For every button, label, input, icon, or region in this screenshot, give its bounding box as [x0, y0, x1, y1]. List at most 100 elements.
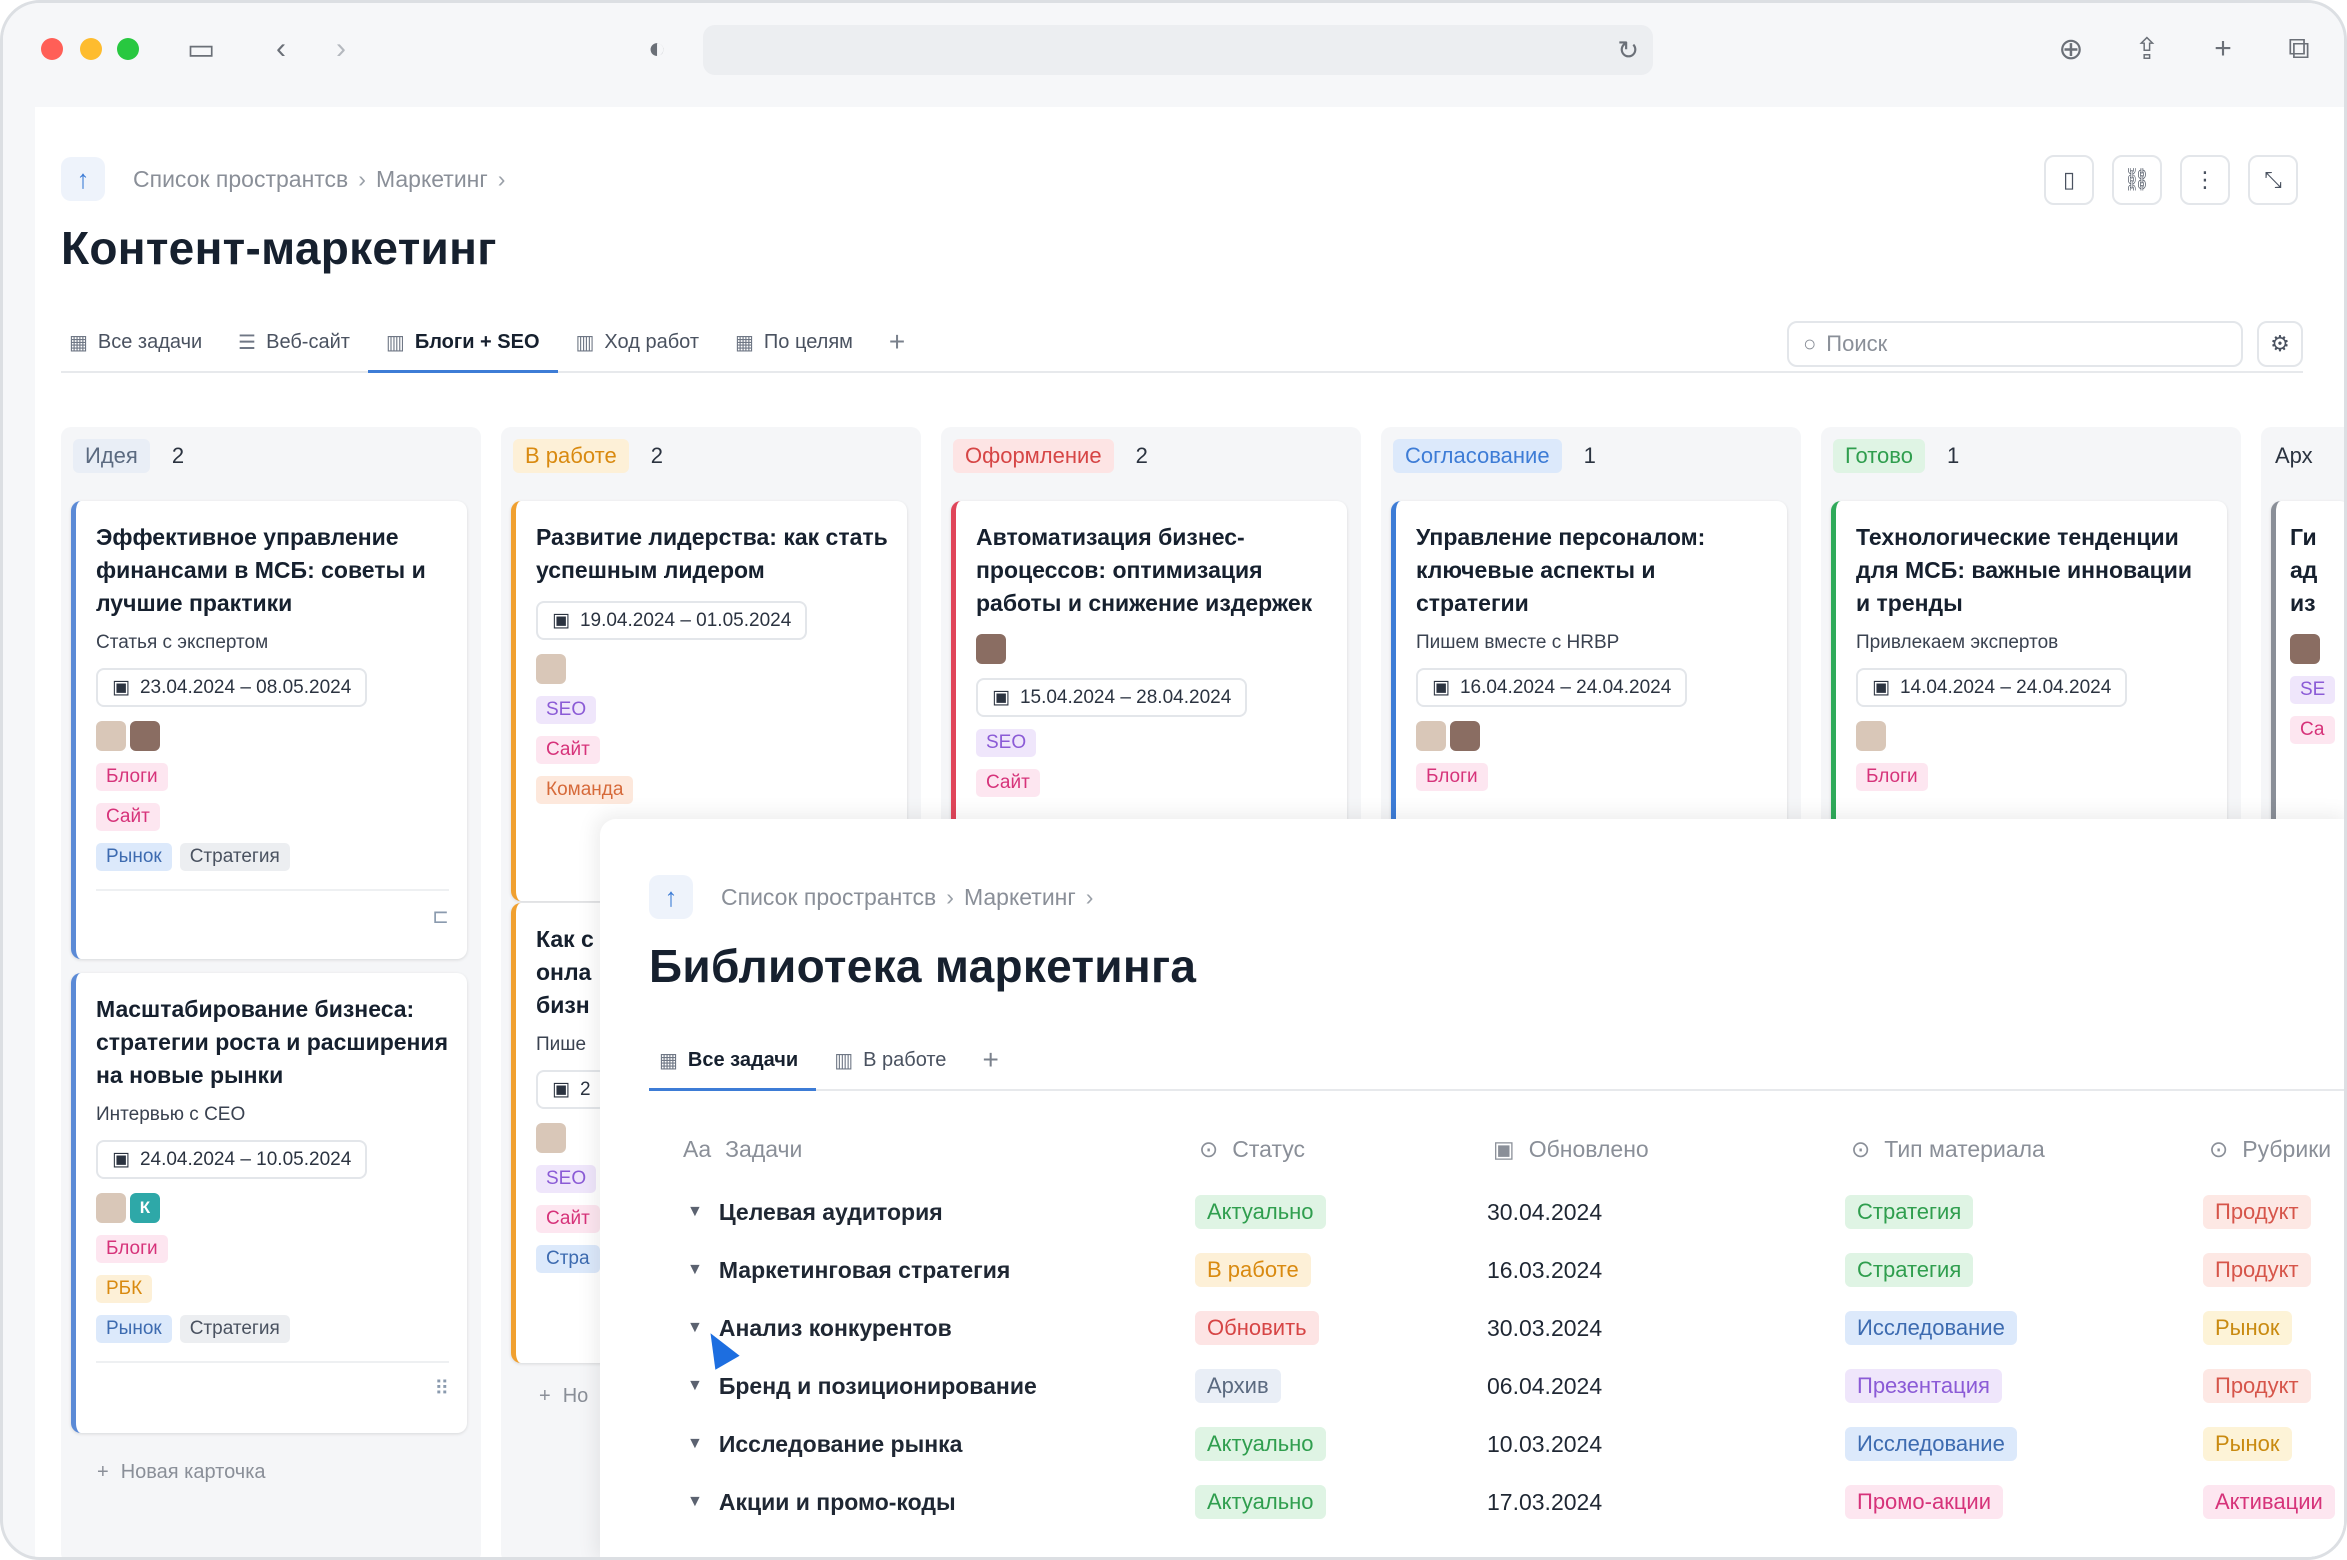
type-badge: Исследование	[1845, 1311, 2017, 1345]
back-icon[interactable]: ‹	[261, 29, 301, 69]
download-icon[interactable]: ⊕	[2051, 29, 2091, 69]
tag: Стратегия	[179, 843, 290, 871]
kanban-card[interactable]: Масштабирование бизнеса: стратегии роста…	[71, 973, 467, 1433]
new-tab-icon[interactable]: +	[2203, 29, 2243, 69]
tab-all-tasks[interactable]: ▦ Все задачи	[61, 313, 220, 371]
share-icon[interactable]: ⇪	[2127, 29, 2167, 69]
tab-all-tasks[interactable]: ▦ Все задачи	[649, 1031, 817, 1091]
breadcrumb-item[interactable]: Список пространтсв	[721, 884, 936, 911]
date-range[interactable]: ▣ 14.04.2024 – 24.04.2024	[1856, 668, 2128, 707]
drag-handle-icon[interactable]: ⠿	[434, 1376, 449, 1401]
avatar[interactable]	[2290, 634, 2320, 664]
gear-icon[interactable]: ⚙	[2257, 321, 2303, 367]
up-arrow-icon[interactable]: ↑	[649, 875, 693, 919]
bookmark-icon[interactable]: ▯	[2044, 155, 2094, 205]
column-header: Арх	[2273, 439, 2325, 473]
tag: РБК	[96, 1275, 153, 1303]
expand-caret-icon[interactable]: ▼	[687, 1319, 703, 1337]
table-row[interactable]: ▼ Бренд и позиционирование Архив 06.04.20…	[683, 1357, 2344, 1415]
breadcrumb-item[interactable]: Список пространтсв	[133, 166, 348, 193]
col-header-task[interactable]: Aa Задачи	[683, 1129, 802, 1169]
table-row[interactable]: ▼ Акции и промо-коды Актуально 17.03.2024…	[683, 1473, 2344, 1531]
tab-by-goals[interactable]: ▦ По целям	[717, 313, 871, 371]
column-idea: Идея 2 Эффективное управление финансами …	[61, 427, 481, 1557]
breadcrumb-item[interactable]: Маркетинг	[376, 166, 488, 193]
col-header-rubric[interactable]: ⊙ Рубрики	[2209, 1129, 2331, 1169]
date-range[interactable]: ▣ 19.04.2024 – 01.05.2024	[536, 601, 808, 640]
avatar[interactable]	[536, 1123, 566, 1153]
tab-blogs-seo[interactable]: ▥ Блоги + SEO	[367, 313, 558, 373]
sidebar-icon[interactable]: ▭	[181, 29, 221, 69]
up-arrow-icon[interactable]: ↑	[61, 157, 105, 201]
expand-caret-icon[interactable]: ▼	[687, 1435, 703, 1453]
breadcrumb-item[interactable]: Маркетинг	[964, 884, 1076, 911]
forward-icon[interactable]: ›	[321, 29, 361, 69]
tab-website[interactable]: ☰ Веб-сайт	[220, 313, 368, 371]
updated-date: 06.04.2024	[1487, 1372, 1603, 1399]
tag-row: SEO	[976, 729, 1329, 757]
expand-caret-icon[interactable]: ▼	[687, 1493, 703, 1511]
avatar[interactable]	[536, 654, 566, 684]
column-label: Согласование	[1393, 439, 1562, 473]
link-icon[interactable]: ⛓	[2112, 155, 2162, 205]
tag-row: SE	[2290, 676, 2336, 704]
assignees	[96, 721, 449, 751]
col-header-updated[interactable]: ▣ Обновлено	[1493, 1129, 1649, 1169]
expand-caret-icon[interactable]: ▼	[687, 1377, 703, 1395]
col-header-type[interactable]: ⊙ Тип материала	[1851, 1129, 2045, 1169]
board-icon: ▥	[575, 331, 595, 354]
tab-progress[interactable]: ▥ Ход работ	[558, 313, 717, 371]
date-range[interactable]: ▣ 15.04.2024 – 28.04.2024	[976, 678, 1248, 717]
search-placeholder: Поиск	[1826, 331, 1888, 356]
avatar[interactable]	[96, 1193, 126, 1223]
chevron-right-icon: ›	[497, 165, 506, 192]
reload-icon[interactable]: ↻	[1617, 35, 1639, 66]
column-count: 1	[1946, 443, 1960, 468]
avatar[interactable]	[976, 634, 1006, 664]
tab-in-progress[interactable]: ▥ В работе	[816, 1031, 964, 1089]
collapse-icon[interactable]: ⤡	[2248, 155, 2298, 205]
avatar[interactable]	[1856, 721, 1886, 751]
col-header-status[interactable]: ⊙ Статус	[1199, 1129, 1305, 1169]
table-row[interactable]: ▼ Исследование рынка Актуально 10.03.2024…	[683, 1415, 2344, 1473]
avatar[interactable]: К	[130, 1193, 160, 1223]
add-view-button[interactable]: +	[964, 1031, 1016, 1089]
address-bar[interactable]: ↻	[703, 25, 1653, 75]
table-row[interactable]: ▼ Маркетинговая стратегия В работе 16.03.…	[683, 1241, 2344, 1299]
avatar[interactable]	[130, 721, 160, 751]
rubric-badge: Рынок	[2203, 1427, 2292, 1461]
board-icon: ▥	[385, 331, 405, 354]
shield-icon[interactable]: ◐	[637, 29, 677, 69]
calendar-icon: ▣	[552, 1079, 570, 1100]
minimize-window-button[interactable]	[80, 38, 102, 60]
card-subtitle: Статья с экспертом	[96, 632, 269, 653]
table-row[interactable]: ▼ Анализ конкурентов Обновить 30.03.2024 …	[683, 1299, 2344, 1357]
card-title: Автоматизация бизнес-процессов: оптимиза…	[976, 524, 1313, 616]
date-range[interactable]: ▣ 23.04.2024 – 08.05.2024	[96, 668, 368, 707]
tabs-overview-icon[interactable]: ⧉	[2279, 29, 2319, 69]
card-title: Технологические тенденции для МСБ: важны…	[1856, 524, 2193, 616]
kanban-card[interactable]: Эффективное управление финансами в МСБ: …	[71, 501, 467, 959]
new-card-button[interactable]: + Новая карточка	[97, 1461, 266, 1484]
assignees	[536, 654, 889, 684]
column-label: Готово	[1833, 439, 1925, 473]
expand-caret-icon[interactable]: ▼	[687, 1261, 703, 1279]
tag: Стратегия	[179, 1315, 290, 1343]
zoom-window-button[interactable]	[117, 38, 139, 60]
date-range[interactable]: ▣ 24.04.2024 – 10.05.2024	[96, 1140, 368, 1179]
add-view-button[interactable]: +	[871, 313, 923, 371]
date-range[interactable]: ▣ 16.04.2024 – 24.04.2024	[1416, 668, 1688, 707]
tag: Са	[2290, 716, 2335, 744]
search-input[interactable]: ○ Поиск	[1787, 321, 2243, 367]
new-card-button[interactable]: + Но	[539, 1385, 588, 1408]
table-row[interactable]: ▼ Целевая аудитория Актуально 30.04.2024 …	[683, 1183, 2344, 1241]
avatar[interactable]	[96, 721, 126, 751]
avatar[interactable]	[1416, 721, 1446, 751]
more-icon[interactable]: ⋮	[2180, 155, 2230, 205]
calendar-icon: ▣	[1493, 1135, 1515, 1162]
subtasks-icon[interactable]: ⊏	[432, 904, 449, 929]
avatar[interactable]	[1450, 721, 1480, 751]
expand-caret-icon[interactable]: ▼	[687, 1203, 703, 1221]
close-window-button[interactable]	[41, 38, 63, 60]
date-range[interactable]: ▣ 2	[536, 1070, 607, 1109]
